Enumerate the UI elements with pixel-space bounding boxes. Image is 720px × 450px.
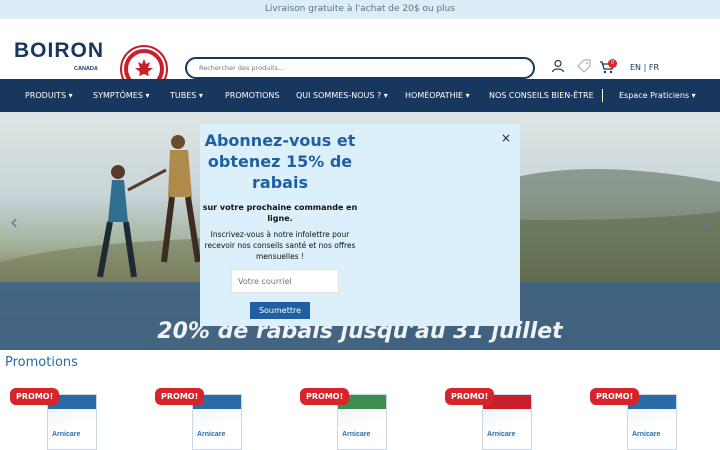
nav-espace-praticiens[interactable]: Espace Praticiens ▾ [619,79,696,112]
modal-close-button[interactable]: × [498,130,514,146]
nav-qui-sommes-nous[interactable]: QUI SOMMES-NOUS ? ▾ [296,79,388,112]
submit-button[interactable]: Soumettre [250,302,310,319]
nav-produits[interactable]: PRODUITS ▾ [25,79,73,112]
product-card[interactable]: Arnicare PROMO! [147,386,267,450]
modal-title: Abonnez-vous et obtenez 15% de rabais [204,131,356,192]
product-card[interactable]: Arnicare PROMO! [292,386,412,450]
promo-badge: PROMO! [10,388,60,405]
product-card[interactable]: Arnicare PROMO! [582,386,702,450]
product-card[interactable]: Arnicare PROMO! [2,386,122,450]
nav-promotions[interactable]: PROMOTIONS [225,79,279,112]
product-name: Arnicare [52,431,81,438]
lang-separator: | [643,63,647,72]
promo-badge: PROMO! [300,388,350,405]
promo-badge: PROMO! [155,388,205,405]
nav-symptomes[interactable]: SYMPTÔMES ▾ [93,79,149,112]
promo-badge: PROMO! [445,388,495,405]
product-card[interactable]: Arnicare PROMO! [437,386,557,450]
modal-description: Inscrivez-vous à notre infolettre pour r… [204,230,356,261]
modal-lead-text: sur votre prochaine commande en ligne. [202,203,358,223]
promo-tag-icon[interactable] [576,59,592,73]
email-field[interactable] [231,269,339,293]
product-name: Arnicare [487,431,516,438]
main-nav: PRODUITS ▾ SYMPTÔMES ▾ TUBES ▾ PROMOTION… [0,79,720,112]
nav-divider [602,89,603,102]
hero-next-arrow[interactable]: › [698,212,714,232]
cart-count-badge: 0 [608,59,617,68]
search-input[interactable]: Rechercher des produits... [185,57,535,79]
lang-en[interactable]: EN [630,63,641,72]
logo-country: CANADA [74,66,98,72]
boiron-logo[interactable]: BOIRON CANADA [14,39,109,77]
product-name: Arnicare [342,431,371,438]
promo-badge: PROMO! [590,388,640,405]
nav-tubes[interactable]: TUBES ▾ [170,79,203,112]
logo-wordmark: BOIRON [14,39,104,62]
nav-conseils[interactable]: NOS CONSEILS BIEN-ÊTRE [489,79,594,112]
product-name: Arnicare [632,431,661,438]
nav-homeopathie[interactable]: HOMÉOPATHIE ▾ [405,79,470,112]
promo-banner: Livraison gratuite à l'achat de 20$ ou p… [0,0,720,19]
promotions-heading: Promotions [5,355,78,370]
user-account-icon[interactable] [551,59,565,73]
product-name: Arnicare [197,431,226,438]
hero-prev-arrow[interactable]: ‹ [6,212,22,232]
lang-fr[interactable]: FR [649,63,659,72]
site-header: BOIRON CANADA Rechercher des produits...… [0,19,720,93]
language-switcher: EN | FR [630,63,659,72]
